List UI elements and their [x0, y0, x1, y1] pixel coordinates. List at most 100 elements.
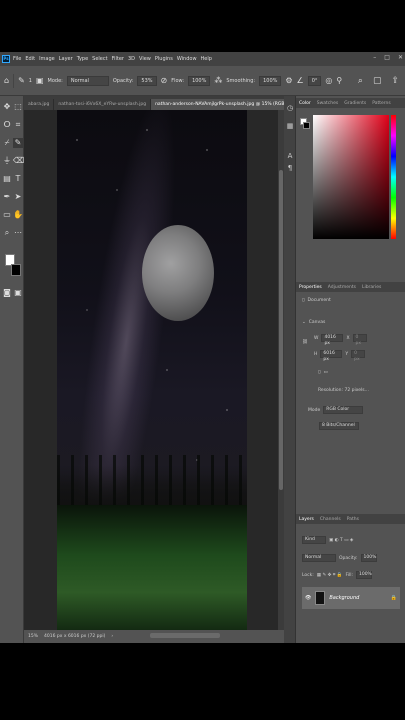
menu-file[interactable]: File	[13, 56, 21, 62]
tab-document-1[interactable]: abara.jpg	[24, 99, 55, 110]
menu-image[interactable]: Image	[39, 56, 55, 62]
eraser-tool-icon[interactable]: ⌫	[13, 156, 24, 166]
tab-channels[interactable]: Channels	[320, 517, 341, 522]
night-sky-photo[interactable]	[57, 110, 247, 630]
color-mode-select[interactable]: RGB Color	[323, 406, 364, 414]
menu-plugins[interactable]: Plugins	[155, 56, 173, 62]
layer-name[interactable]: Background	[329, 595, 359, 601]
eye-icon[interactable]: 👁	[305, 595, 311, 601]
workspace-icon[interactable]: ▢	[373, 76, 382, 86]
layer-fill-field[interactable]: 100%	[355, 571, 372, 579]
tab-adjustments[interactable]: Adjustments	[328, 285, 356, 290]
gradient-tool-icon[interactable]: ▤	[2, 174, 12, 184]
background-color-swatch[interactable]	[11, 264, 21, 276]
brush-tool-selected-icon[interactable]: ✎	[13, 138, 23, 148]
fill-label: Fill:	[345, 572, 353, 578]
more-tools-icon[interactable]: ⋯	[13, 228, 23, 238]
maximize-icon[interactable]: □	[384, 54, 390, 61]
landscape-icon[interactable]: ▭	[323, 370, 327, 375]
menu-window[interactable]: Window	[177, 56, 197, 62]
portrait-icon[interactable]: ▯	[318, 370, 320, 375]
canvas-height-field[interactable]: 6016 px	[320, 350, 343, 362]
pressure-size-icon[interactable]: ◎	[325, 76, 332, 85]
flow-label: Flow:	[171, 77, 185, 84]
tab-gradients[interactable]: Gradients	[344, 101, 366, 106]
menu-layer[interactable]: Layer	[59, 56, 73, 62]
menu-filter[interactable]: Filter	[112, 56, 124, 62]
canvas-x-field[interactable]: 0 px	[352, 334, 367, 346]
tab-libraries[interactable]: Libraries	[362, 285, 381, 290]
layer-row-background[interactable]: 👁 Background 🔒	[302, 587, 400, 609]
screen-mode-icon[interactable]: ▣	[13, 288, 23, 298]
filter-icons[interactable]: ▣ ◐ T ▭ ◈	[329, 538, 353, 543]
angle-field[interactable]: 0°	[307, 75, 322, 86]
stamp-tool-icon[interactable]: ⏚	[2, 156, 12, 166]
gear-icon[interactable]: ⚙	[285, 76, 292, 85]
tab-patterns[interactable]: Patterns	[372, 101, 391, 106]
marquee-tool-icon[interactable]: ⬚	[13, 102, 23, 112]
bit-depth-select[interactable]: 8 Bits/Channel	[319, 422, 359, 430]
layer-kind-filter[interactable]: Kind	[302, 536, 326, 544]
tab-paths[interactable]: Paths	[347, 517, 359, 522]
canvas-section-header[interactable]: ⌄ Canvas	[302, 320, 325, 325]
tab-properties[interactable]: Properties	[299, 285, 322, 290]
tab-document-active[interactable]: nathan-anderson-NAVAmjlgrPk-unsplash.jpg…	[151, 99, 294, 110]
properties-icon[interactable]: ▦	[286, 122, 294, 130]
brush-settings-icon[interactable]: ▣	[36, 76, 44, 85]
eyedropper-tool-icon[interactable]: ⌿	[2, 138, 12, 148]
brush-size-value[interactable]: 1	[29, 78, 32, 84]
hand-tool-icon[interactable]: ✋	[13, 210, 23, 220]
tab-color[interactable]: Color	[299, 101, 311, 106]
menu-help[interactable]: Help	[201, 56, 212, 62]
menu-edit[interactable]: Edit	[25, 56, 35, 62]
lock-icons[interactable]: ▦ ✎ ✥ ⌗ 🔒	[317, 572, 343, 578]
opacity-field[interactable]: 53%	[137, 75, 157, 86]
symmetry-icon[interactable]: ⚲	[336, 76, 342, 85]
lasso-tool-icon[interactable]: ⵔ	[2, 120, 12, 130]
path-select-icon[interactable]: ➤	[13, 192, 23, 202]
airbrush-icon[interactable]: ⁂	[214, 76, 222, 85]
color-picker-field[interactable]	[313, 115, 389, 239]
horizontal-scroll-thumb[interactable]	[150, 633, 220, 638]
canvas-area[interactable]	[24, 110, 278, 630]
search-icon[interactable]: ⌕	[358, 76, 363, 86]
pressure-opacity-icon[interactable]: ⊘	[161, 76, 168, 85]
crop-tool-icon[interactable]: ⌗	[13, 120, 23, 130]
tab-document-2[interactable]: nathan-tosi-i6Vx6X_eYRw-unsplash.jpg	[54, 99, 152, 110]
layer-opacity-field[interactable]: 100%	[360, 554, 377, 562]
tab-swatches[interactable]: Swatches	[317, 101, 339, 106]
move-tool-icon[interactable]: ✥	[2, 102, 12, 112]
menu-select[interactable]: Select	[92, 56, 107, 62]
canvas-width-field[interactable]: 4016 px	[321, 334, 344, 346]
zoom-level[interactable]: 15%	[28, 634, 38, 639]
canvas-y-field[interactable]: 0 px	[351, 350, 366, 362]
pen-tool-icon[interactable]: ✒	[2, 192, 12, 202]
layer-blend-select[interactable]: Normal	[302, 554, 336, 562]
chevron-down-icon[interactable]: ⌄	[302, 320, 306, 325]
chevron-right-icon[interactable]: ›	[111, 634, 113, 639]
type-tool-icon[interactable]: T	[13, 174, 23, 184]
menu-3d[interactable]: 3D	[128, 56, 135, 62]
smoothing-field[interactable]: 100%	[259, 75, 282, 86]
mode-select[interactable]: Normal	[66, 75, 109, 86]
shape-tool-icon[interactable]: ▭	[2, 210, 12, 220]
quick-mask-icon[interactable]: ◙	[2, 288, 12, 298]
home-icon[interactable]: ⌂	[4, 76, 9, 85]
close-icon[interactable]: ✕	[398, 54, 403, 61]
share-icon[interactable]: ⇪	[391, 76, 399, 86]
menu-view[interactable]: View	[139, 56, 151, 62]
menu-type[interactable]: Type	[77, 56, 88, 62]
panel-background-swatch[interactable]	[303, 122, 310, 129]
tab-layers[interactable]: Layers	[299, 517, 314, 522]
brush-tool-icon[interactable]: ✎	[18, 76, 25, 85]
zoom-tool-icon[interactable]: ⌕	[2, 228, 12, 238]
hue-slider[interactable]	[391, 115, 396, 239]
flow-field[interactable]: 100%	[188, 75, 211, 86]
document-info[interactable]: 4016 px x 6016 px (72 ppi)	[44, 634, 105, 639]
vertical-scroll-thumb[interactable]	[279, 170, 283, 490]
paragraph-icon[interactable]: ¶	[286, 164, 294, 172]
history-icon[interactable]: ◷	[286, 104, 294, 112]
minimize-icon[interactable]: –	[373, 54, 376, 61]
link-dimensions-icon[interactable]: ⛓	[302, 340, 308, 345]
character-icon[interactable]: A	[286, 152, 294, 160]
